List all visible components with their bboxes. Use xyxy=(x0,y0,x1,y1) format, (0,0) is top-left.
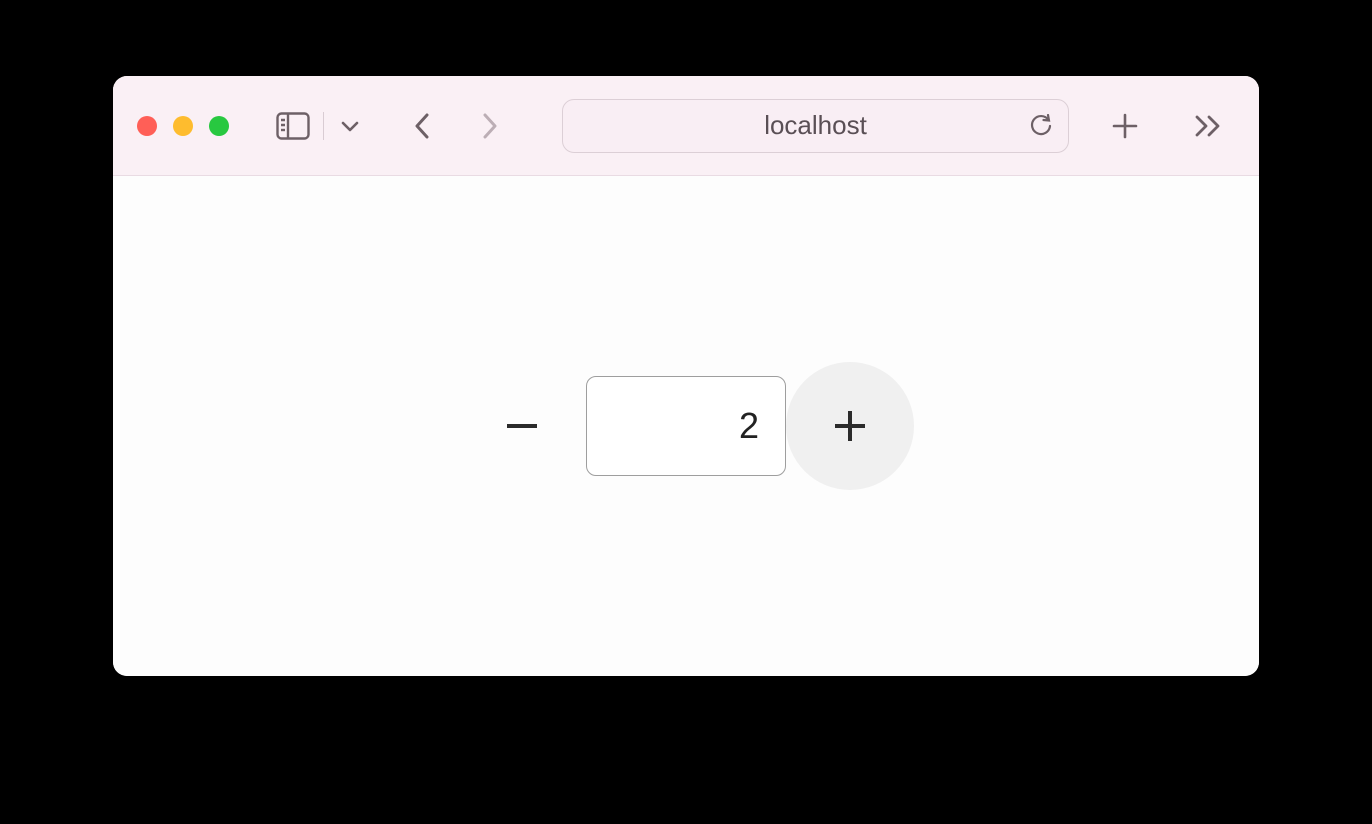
chevron-left-icon xyxy=(414,112,430,140)
reload-icon xyxy=(1030,114,1052,138)
chevron-right-icon xyxy=(482,112,498,140)
zoom-window-button[interactable] xyxy=(209,116,229,136)
toolbar-divider xyxy=(323,112,324,140)
browser-toolbar: localhost xyxy=(113,76,1259,176)
plus-icon xyxy=(835,411,865,441)
quantity-input[interactable] xyxy=(586,376,786,476)
address-text: localhost xyxy=(764,110,867,141)
browser-window: localhost xyxy=(113,76,1259,676)
page-content xyxy=(113,176,1259,676)
close-window-button[interactable] xyxy=(137,116,157,136)
increment-button[interactable] xyxy=(786,362,914,490)
forward-button[interactable] xyxy=(470,106,510,146)
tab-groups-dropdown[interactable] xyxy=(330,106,370,146)
reload-button[interactable] xyxy=(1030,114,1052,138)
quantity-stepper xyxy=(458,362,914,490)
sidebar-toggle-button[interactable] xyxy=(273,106,313,146)
back-button[interactable] xyxy=(402,106,442,146)
address-bar[interactable]: localhost xyxy=(562,99,1069,153)
decrement-button[interactable] xyxy=(458,362,586,490)
chevrons-right-icon xyxy=(1194,114,1224,138)
window-controls xyxy=(137,116,229,136)
plus-icon xyxy=(1112,113,1138,139)
tab-overflow-button[interactable] xyxy=(1189,106,1229,146)
sidebar-icon xyxy=(276,112,310,140)
new-tab-button[interactable] xyxy=(1105,106,1145,146)
minus-icon xyxy=(507,424,537,428)
minimize-window-button[interactable] xyxy=(173,116,193,136)
chevron-down-icon xyxy=(341,120,359,132)
